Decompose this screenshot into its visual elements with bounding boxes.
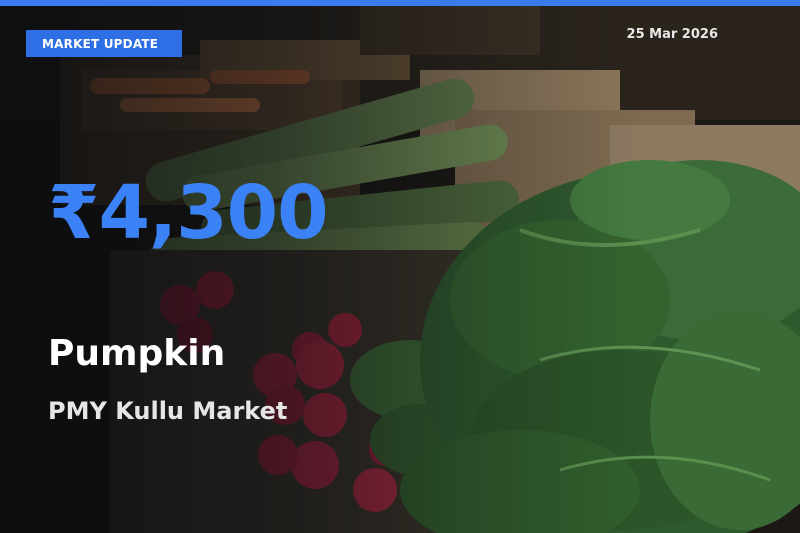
top-accent-bar <box>0 0 800 6</box>
dark-gradient-overlay <box>0 0 800 533</box>
market-update-badge: MARKET UPDATE <box>26 30 182 57</box>
update-date: 25 Mar 2026 <box>626 27 718 42</box>
price-value: ₹4,300 <box>48 170 329 256</box>
market-update-card: MARKET UPDATE 25 Mar 2026 ₹4,300 Pumpkin… <box>0 0 800 533</box>
badge-label: MARKET UPDATE <box>42 36 159 51</box>
market-name: PMY Kullu Market <box>48 397 288 425</box>
commodity-name: Pumpkin <box>48 333 226 374</box>
